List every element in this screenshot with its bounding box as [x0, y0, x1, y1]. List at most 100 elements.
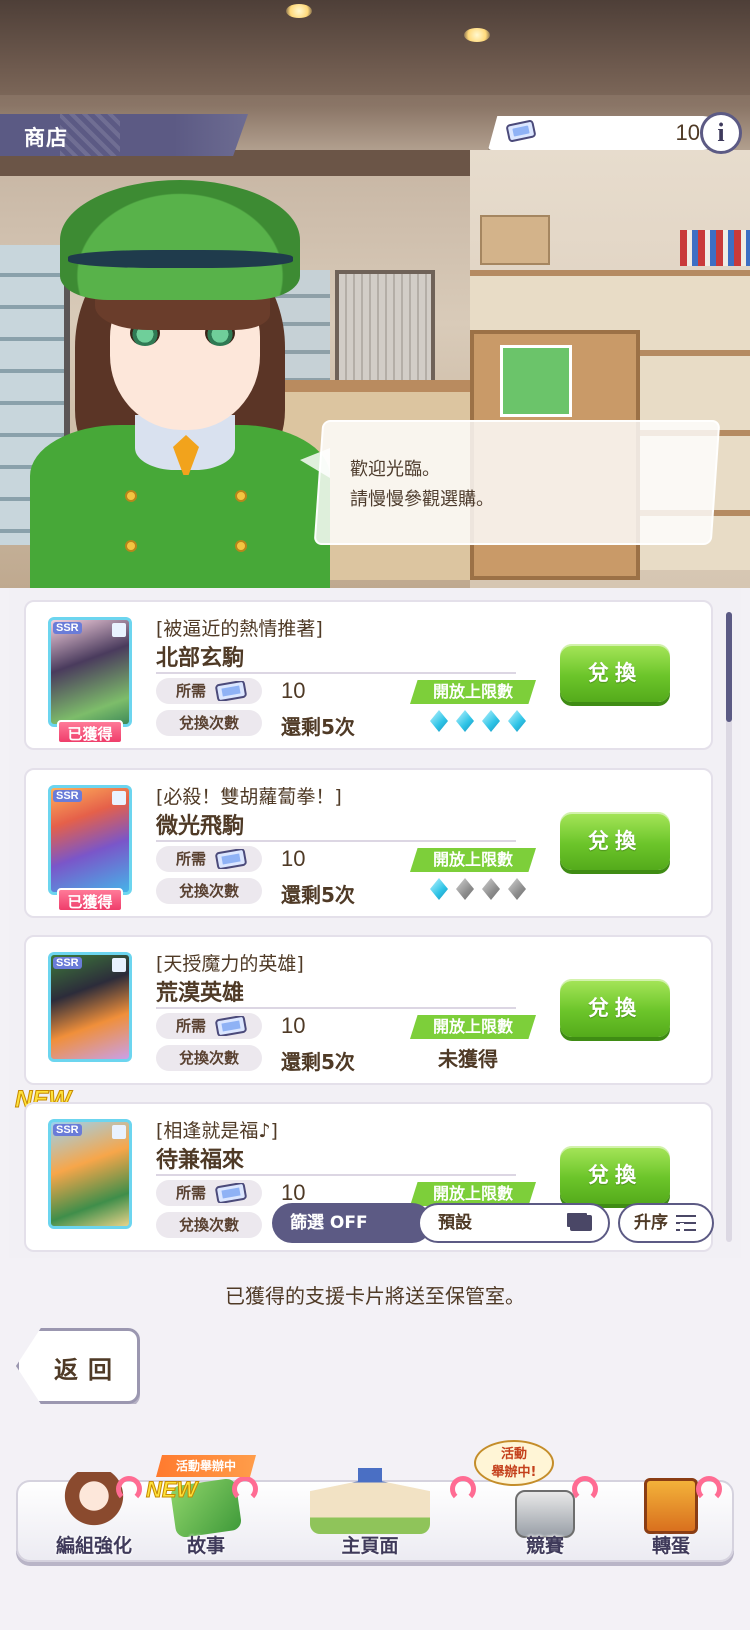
acquired-badge: 已獲得 [57, 720, 123, 744]
pin-icon [450, 1476, 476, 1502]
sort-order-button[interactable]: 升序 [618, 1203, 714, 1243]
story-new-label: NEW [145, 1477, 198, 1503]
event-badge: 活動舉辦中 [156, 1455, 256, 1477]
divider [156, 1174, 516, 1176]
card-event-title: [必殺！雙胡蘿蔔拳！] [156, 786, 342, 808]
exchange-item: SSR [天授魔力的英雄] 荒漠英雄 所需 10 兌換次數 還剩5次 開放上限數… [24, 935, 713, 1085]
character-hat [60, 180, 300, 300]
card-event-title: [被逼近的熱情推著] [156, 618, 323, 640]
pin-icon [232, 1476, 258, 1502]
nav-label: 轉蛋 [651, 1535, 690, 1557]
gacha-icon [644, 1478, 698, 1534]
not-acquired-text: 未獲得 [438, 1047, 498, 1071]
card-event-title: [天授魔力的英雄] [156, 953, 304, 975]
nav-item-team-enhance[interactable]: 編組強化 [30, 1470, 158, 1562]
gem-icon [482, 710, 500, 732]
nav-label: 故事 [186, 1535, 225, 1557]
currency-value: 10 [675, 120, 700, 145]
remaining-count: 還剩5次 [281, 715, 355, 739]
exchange-button[interactable]: 兌換 [560, 979, 670, 1037]
ceiling-light [286, 4, 312, 18]
speech-line-2: 請慢慢參觀選購。 [350, 489, 494, 510]
ticket-icon [215, 849, 247, 869]
team-enhance-icon [62, 1472, 126, 1532]
limit-break-tag: 開放上限數 [410, 848, 536, 872]
support-card-thumbnail[interactable]: SSR [48, 785, 132, 895]
exchange-count-label: 兌換次數 [156, 1212, 262, 1238]
ceiling [0, 0, 750, 95]
limit-break-tag: 開放上限數 [410, 680, 536, 704]
card-event-title: [相逢就是福♪] [156, 1120, 278, 1142]
nav-label: 編組強化 [55, 1535, 132, 1557]
ticket-icon [215, 681, 247, 701]
back-button-label: 返回 [54, 1356, 122, 1384]
nav-label: 主頁面 [341, 1535, 399, 1557]
remaining-count: 還剩5次 [281, 1050, 355, 1074]
storage-notice: 已獲得的支援卡片將送至保管室。 [225, 1284, 525, 1308]
exchange-item: SSR 已獲得 [必殺！雙胡蘿蔔拳！] 微光飛駒 所需 10 兌換次數 還剩5次… [24, 768, 713, 918]
nav-item-home[interactable]: 主頁面 [270, 1468, 476, 1562]
speech-text: 歡迎光臨。 請慢慢參觀選購。 [350, 455, 494, 515]
exchange-item: SSR 已獲得 [被逼近的熱情推著] 北部玄駒 所需 10 兌換次數 還剩5次 … [24, 600, 713, 750]
home-building-icon [310, 1468, 430, 1534]
gem-icon [456, 710, 474, 732]
exchange-button[interactable]: 兌換 [560, 1146, 670, 1204]
card-character-name: 荒漠英雄 [156, 981, 245, 1006]
support-card-thumbnail[interactable]: SSR [48, 1119, 132, 1229]
acquired-badge: 已獲得 [57, 888, 123, 912]
pin-icon [696, 1476, 722, 1502]
scrollbar-thumb[interactable] [726, 612, 732, 722]
gem-icon [482, 878, 500, 900]
pin-icon [116, 1476, 142, 1502]
required-amount: 10 [281, 846, 306, 871]
event-bubble-line-2: 舉辦中! [491, 1465, 537, 1480]
jacket-button [235, 540, 247, 552]
exchange-count-label: 兌換次數 [156, 1045, 262, 1071]
filter-toggle-button[interactable]: 篩選 OFF [272, 1203, 432, 1243]
speech-line-1: 歡迎光臨。 [350, 459, 440, 480]
exchange-count-label: 兌換次數 [156, 878, 262, 904]
info-button[interactable]: i [700, 112, 742, 154]
exchange-button[interactable]: 兌換 [560, 812, 670, 870]
jacket-button [235, 490, 247, 502]
divider [156, 1007, 516, 1009]
exchange-button[interactable]: 兌換 [560, 644, 670, 702]
event-bubble-line-1: 活動 [500, 1447, 527, 1462]
limit-break-tag: 開放上限數 [410, 1015, 536, 1039]
remaining-count: 還剩5次 [281, 883, 355, 907]
card-character-name: 微光飛駒 [156, 814, 245, 839]
pin-icon [572, 1476, 598, 1502]
required-amount: 10 [281, 1013, 306, 1038]
gem-icon [508, 710, 526, 732]
limit-break-gems [430, 878, 526, 900]
green-sign [500, 345, 572, 417]
binders [680, 230, 750, 266]
gem-icon [456, 878, 474, 900]
card-character-name: 北部玄駒 [156, 646, 245, 671]
divider [156, 672, 516, 674]
exchange-count-label: 兌換次數 [156, 710, 262, 736]
page-title: 商店 [24, 126, 68, 150]
divider [156, 840, 516, 842]
jacket-button [125, 490, 137, 502]
gem-icon [508, 878, 526, 900]
gem-icon [430, 878, 448, 900]
exchange-list[interactable]: SSR 已獲得 [被逼近的熱情推著] 北部玄駒 所需 10 兌換次數 還剩5次 … [9, 588, 741, 1258]
ticket-icon [215, 1183, 247, 1203]
limit-break-gems [430, 710, 526, 732]
gem-icon [430, 710, 448, 732]
sort-icon [676, 1215, 696, 1231]
ceiling-light [464, 28, 490, 42]
support-card-thumbnail[interactable]: SSR [48, 617, 132, 727]
card-character-name: 待兼福來 [156, 1148, 245, 1173]
ticket-icon [215, 1016, 247, 1036]
support-card-thumbnail[interactable]: SSR [48, 952, 132, 1062]
jacket-button [125, 540, 137, 552]
nav-item-gacha[interactable]: 轉蛋 [612, 1470, 730, 1562]
ticket-icon [506, 120, 536, 142]
required-amount: 10 [281, 678, 306, 703]
stack-icon [570, 1215, 592, 1231]
shopkeeper-character [30, 180, 330, 588]
nav-label: 競賽 [525, 1535, 564, 1557]
hat-band [68, 250, 293, 268]
